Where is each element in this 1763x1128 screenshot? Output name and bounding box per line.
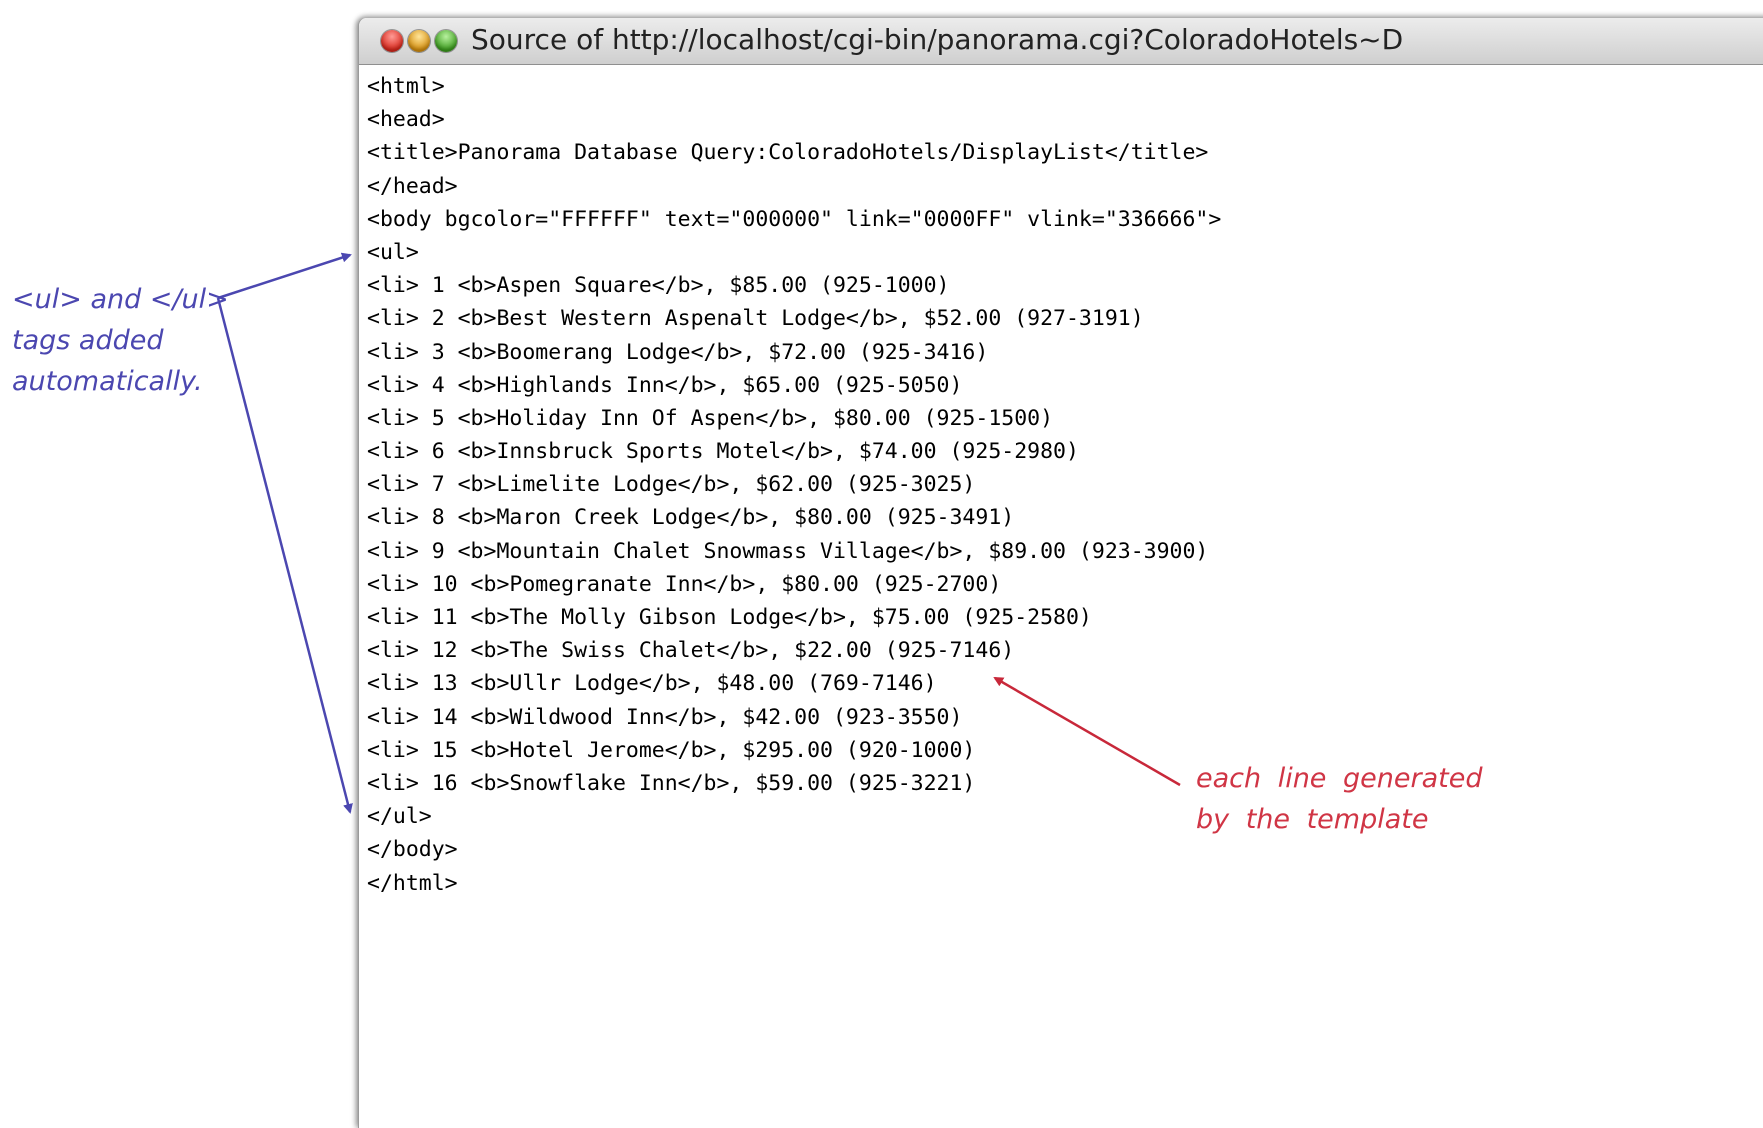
- source-line: <li> 8 <b>Maron Creek Lodge</b>, $80.00 …: [367, 505, 1015, 531]
- source-line: <li> 13 <b>Ullr Lodge</b>, $48.00 (769-7…: [367, 671, 937, 697]
- annotation-line: <ul> and </ul>: [12, 284, 229, 315]
- source-line: <html>: [367, 74, 445, 99]
- source-line: <li> 14 <b>Wildwood Inn</b>, $42.00 (923…: [367, 704, 963, 730]
- source-line: <li> 16 <b>Snowflake Inn</b>, $59.00 (92…: [367, 770, 976, 796]
- source-line: <li> 10 <b>Pomegranate Inn</b>, $80.00 (…: [367, 571, 1002, 597]
- annotation-template-lines: each line generated by the template: [1196, 758, 1482, 840]
- source-line: <li> 1 <b>Aspen Square</b>, $85.00 (925-…: [367, 273, 950, 299]
- source-line: </ul>: [367, 804, 432, 830]
- source-line: <li> 4 <b>Highlands Inn</b>, $65.00 (925…: [367, 372, 963, 398]
- source-line: <li> 3 <b>Boomerang Lodge</b>, $72.00 (9…: [367, 339, 989, 365]
- zoom-button[interactable]: [435, 30, 457, 52]
- window-title: Source of http://localhost/cgi-bin/panor…: [471, 23, 1404, 56]
- annotation-line: each line generated: [1196, 763, 1483, 794]
- source-line: </head>: [367, 173, 458, 199]
- source-line: <li> 11 <b>The Molly Gibson Lodge</b>, $…: [367, 605, 1092, 630]
- source-window: Source of http://localhost/cgi-bin/panor…: [358, 18, 1763, 1128]
- arrow-to-ul-close: [216, 297, 353, 814]
- source-line: <li> 5 <b>Holiday Inn Of Aspen</b>, $80.…: [367, 405, 1054, 431]
- source-line: <title>Panorama Database Query:ColoradoH…: [367, 140, 1209, 166]
- source-line: <ul>: [367, 239, 419, 265]
- minimize-button[interactable]: [408, 30, 430, 52]
- source-line: <li> 2 <b>Best Western Aspenalt Lodge</b…: [367, 306, 1144, 332]
- annotation-line: automatically.: [12, 366, 203, 397]
- annotation-ul-tags: <ul> and </ul> tags added automatically.: [12, 279, 229, 402]
- annotation-line: tags added: [12, 325, 164, 356]
- source-line: </body>: [367, 837, 458, 863]
- source-line: <li> 6 <b>Innsbruck Sports Motel</b>, $7…: [367, 439, 1079, 465]
- annotation-line: by the template: [1196, 804, 1429, 835]
- arrow-to-ul-open: [217, 252, 352, 300]
- source-text[interactable]: <html> <head> <title>Panorama Database Que…: [367, 70, 1763, 900]
- source-line: <li> 15 <b>Hotel Jerome</b>, $295.00 (92…: [367, 737, 976, 763]
- source-line: <li> 9 <b>Mountain Chalet Snowmass Villa…: [367, 538, 1209, 564]
- source-line: <li> 7 <b>Limelite Lodge</b>, $62.00 (92…: [367, 472, 976, 498]
- title-bar[interactable]: Source of http://localhost/cgi-bin/panor…: [359, 18, 1763, 65]
- source-line: <head>: [367, 107, 445, 133]
- close-button[interactable]: [381, 30, 403, 52]
- source-line: <body bgcolor="FFFFFF" text="000000" lin…: [367, 206, 1222, 232]
- source-line: </html>: [367, 870, 458, 896]
- source-line: <li> 12 <b>The Swiss Chalet</b>, $22.00 …: [367, 638, 1015, 664]
